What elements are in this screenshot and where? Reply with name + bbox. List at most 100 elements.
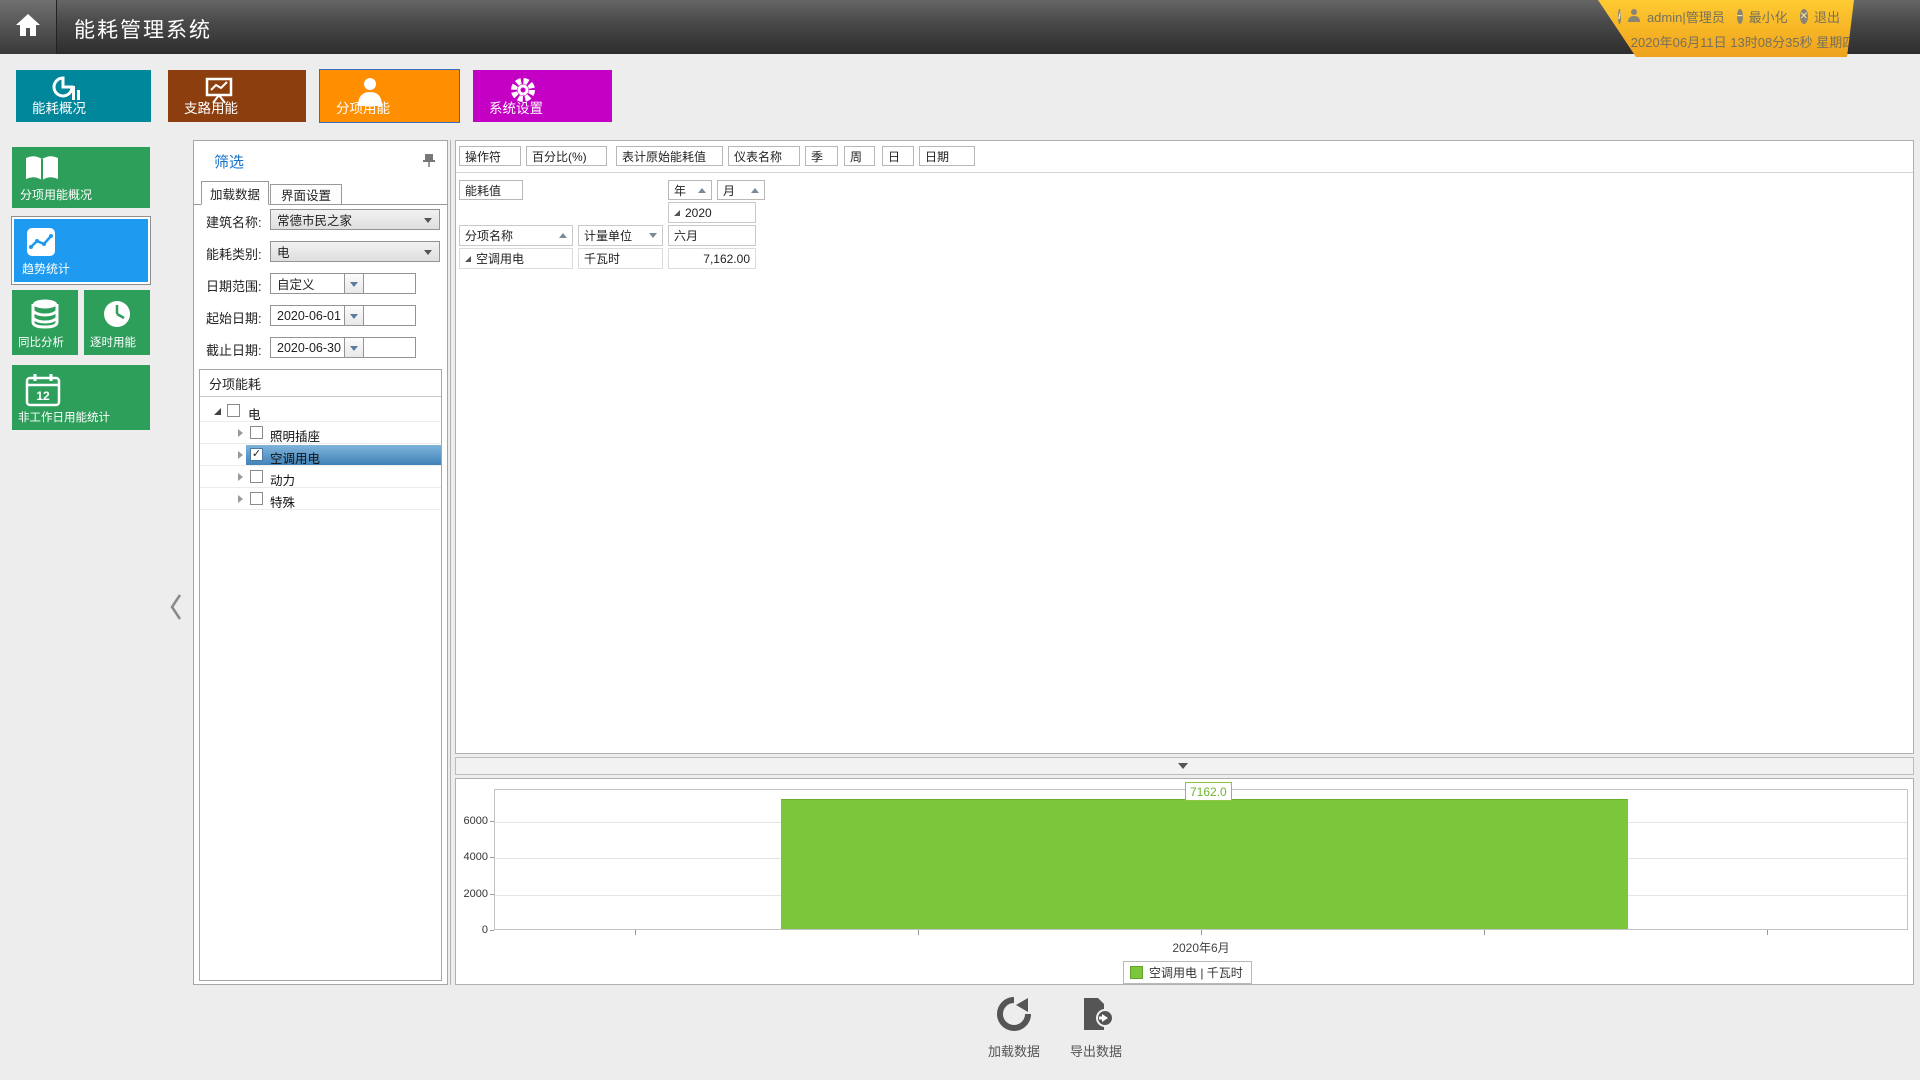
end-date-input[interactable]: 2020-06-30 [270,337,416,358]
nav-tab-itemized-energy[interactable]: 分项用能 [320,70,459,122]
nav-tab-branch-energy[interactable]: 支路用能 [168,70,306,122]
field-chip-meter-name[interactable]: 仪表名称 [728,146,800,166]
filter-tab-ui-settings[interactable]: 界面设置 [270,184,342,205]
header-bar: 能耗管理系统 i admin|管理员 − 最小化 ✕ 退出 2020年06月11… [0,0,1920,54]
chart-legend: 空调用电 | 千瓦时 [1123,961,1252,984]
field-label-end-date: 截止日期: [206,340,262,359]
expand-icon[interactable] [214,408,221,415]
row-cell-item-name[interactable]: 空调用电 [459,248,573,269]
tree-header: 分项能耗 [200,370,441,397]
y-tick-label: 0 [458,924,488,936]
year-header-cell[interactable]: 2020 [668,202,756,223]
field-chip-date[interactable]: 日期 [919,146,975,166]
row-header-unit[interactable]: 计量单位 [578,225,663,246]
vertical-splitter[interactable] [450,140,451,985]
sidebar-item-label: 趋势统计 [22,260,70,277]
user-info-badge: i admin|管理员 − 最小化 ✕ 退出 2020年06月11日 13时08… [1598,0,1854,57]
nav-tab-label: 分项用能 [336,97,390,117]
sort-desc-icon [649,233,657,238]
sidebar-item-nonworkday-statistics[interactable]: 12 非工作日用能统计 [12,365,150,430]
energy-type-select[interactable]: 电 [270,241,440,262]
close-icon[interactable]: ✕ [1800,9,1808,24]
tree-item-lighting-sockets[interactable]: 照明插座 [200,423,441,444]
expanded-icon[interactable] [674,210,680,216]
date-range-dropdown-button[interactable] [344,273,364,294]
y-tick-mark [490,894,494,895]
y-tick-mark [490,821,494,822]
minimize-icon[interactable]: − [1737,9,1743,24]
row-cell-unit: 千瓦时 [578,248,663,269]
start-date-input[interactable]: 2020-06-01 [270,305,416,326]
tree-item-power[interactable]: 动力 [200,467,441,488]
trend-chart-icon [26,227,56,257]
start-date-dropdown-button[interactable] [344,305,364,326]
checkbox[interactable] [227,404,240,417]
minimize-label[interactable]: 最小化 [1749,7,1788,26]
checkbox[interactable] [250,492,263,505]
field-chip-week[interactable]: 周 [844,146,875,166]
tree-item-electricity[interactable]: 电 [200,401,441,422]
month-header-cell[interactable]: 六月 [668,225,756,246]
export-data-label: 导出数据 [1061,1041,1131,1060]
pin-icon[interactable] [423,153,435,172]
collapse-icon[interactable] [238,473,243,481]
book-icon [24,155,60,183]
nav-tab-energy-overview[interactable]: 能耗概况 [16,70,151,122]
sidebar-item-label: 逐时用能 [90,334,136,350]
date-range-input[interactable]: 自定义 [270,273,416,294]
y-tick-mark [490,930,494,931]
collapse-icon[interactable] [238,495,243,503]
home-button[interactable] [0,0,57,54]
collapse-icon[interactable] [238,451,243,459]
field-label-energy-type: 能耗类别: [206,244,262,263]
sidebar-item-hourly-energy[interactable]: 逐时用能 [84,290,150,355]
legend-swatch [1130,966,1143,979]
chevron-down-icon [424,218,432,223]
checkbox[interactable] [250,470,263,483]
y-tick-label: 6000 [458,815,488,827]
y-tick-label: 4000 [458,851,488,863]
tree-item-special[interactable]: 特殊 [200,489,441,510]
panel-collapse-chevron[interactable] [168,592,184,622]
field-chip-percent[interactable]: 百分比(%) [526,146,607,166]
panel-splitter-horizontal[interactable] [455,757,1914,775]
plot-area [494,789,1908,930]
sidebar-item-trend-statistics[interactable]: 趋势统计 [12,217,150,284]
filter-tab-load-data[interactable]: 加载数据 [201,181,269,205]
end-date-dropdown-button[interactable] [344,337,364,358]
logout-label[interactable]: 退出 [1814,7,1840,26]
column-chip-year[interactable]: 年 [668,180,712,200]
x-tick-mark [1767,930,1768,935]
home-icon [15,13,41,42]
checkbox[interactable] [250,426,263,439]
column-chip-month[interactable]: 月 [717,180,765,200]
sidebar-item-itemized-overview[interactable]: 分项用能概况 [12,147,150,208]
legend-label: 空调用电 | 千瓦时 [1149,964,1243,981]
load-data-button[interactable]: 加载数据 [979,996,1049,1060]
datetime-text: 2020年06月11日 13时08分35秒 星期四 [1646,31,1840,51]
nav-tab-label: 支路用能 [184,97,238,117]
filter-panel-title: 筛选 [214,151,244,172]
chips-separator [456,172,1913,173]
sidebar-item-yoy-analysis[interactable]: 同比分析 [12,290,78,355]
field-chip-day[interactable]: 日 [882,146,914,166]
export-data-button[interactable]: 导出数据 [1061,996,1131,1060]
info-icon[interactable]: i [1618,9,1621,24]
tree-item-ac-electricity[interactable]: ✓ 空调用电 [200,445,441,466]
sidebar-item-label: 非工作日用能统计 [18,409,110,425]
calendar-icon: 12 [24,373,62,407]
collapse-icon[interactable] [238,429,243,437]
building-select[interactable]: 常德市民之家 [270,209,440,230]
nav-tab-system-settings[interactable]: 系统设置 [473,70,612,122]
field-chip-quarter[interactable]: 季 [805,146,838,166]
pivot-table-panel: 操作符 百分比(%) 表计原始能耗值 仪表名称 季 周 日 日期 能耗值 年 月… [455,140,1914,754]
checkbox-checked[interactable]: ✓ [250,448,263,461]
field-chip-operator[interactable]: 操作符 [459,146,521,166]
y-tick-mark [490,857,494,858]
user-name: admin|管理员 [1647,7,1725,26]
row-header-item-name[interactable]: 分项名称 [459,225,573,246]
expanded-icon[interactable] [465,256,471,262]
data-chip-energy-value[interactable]: 能耗值 [459,180,523,200]
field-label-building: 建筑名称: [206,212,262,231]
field-chip-raw-energy[interactable]: 表计原始能耗值 [616,146,723,166]
